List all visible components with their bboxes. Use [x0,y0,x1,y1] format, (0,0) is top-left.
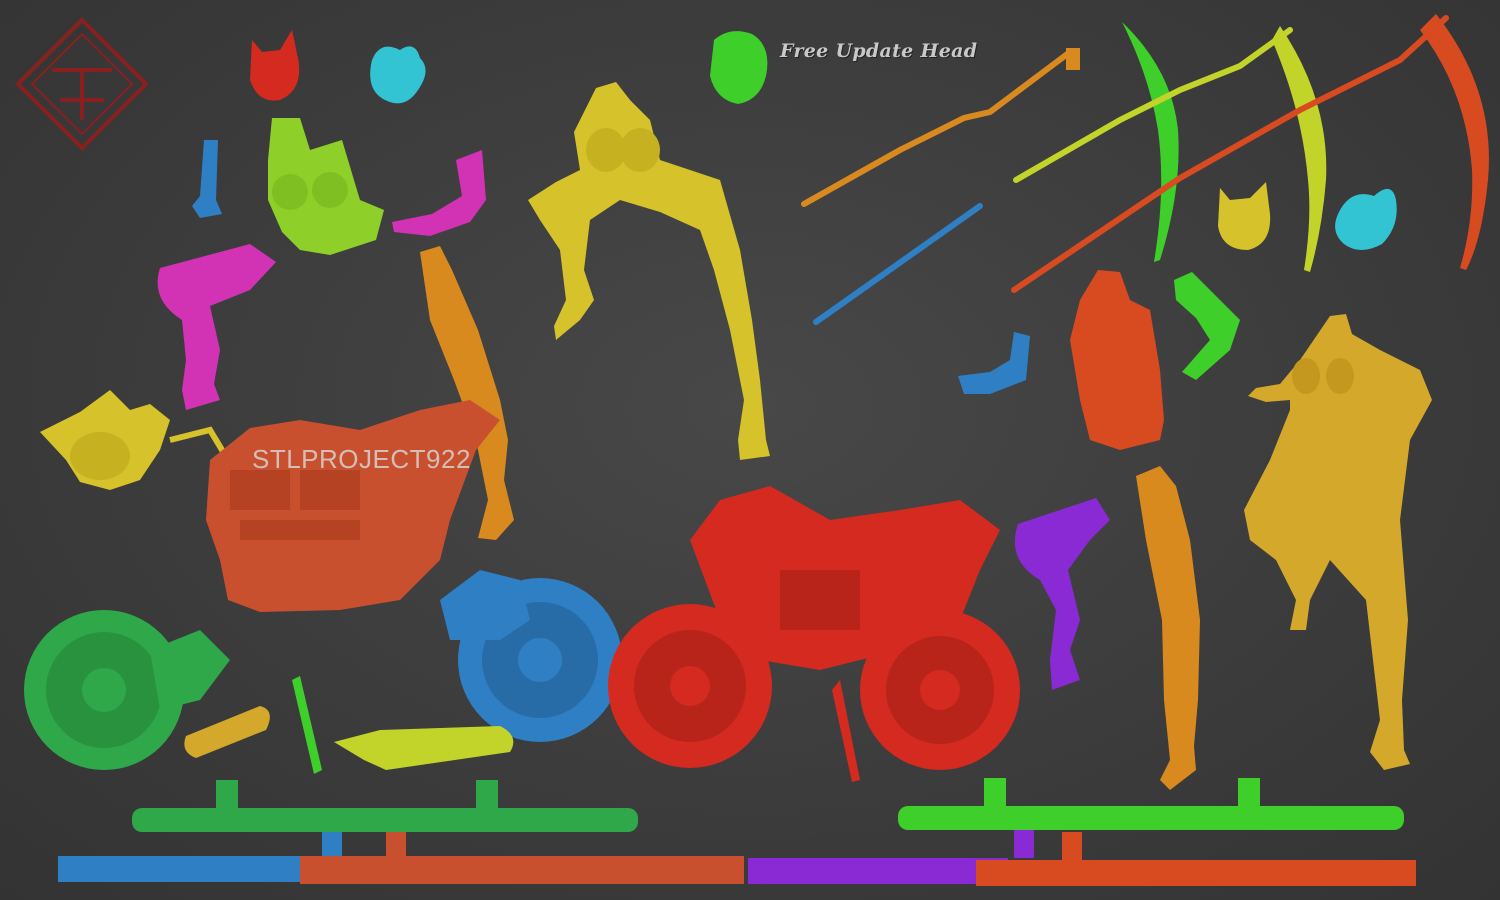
exhaust-gold [184,706,270,758]
wheel-blue [440,570,622,742]
figure-standing-gold [1244,314,1432,770]
base-orange-left [300,832,744,884]
watermark-text: STLPROJECT922 [252,444,471,474]
motorcycle-red [608,486,1020,782]
scythe-green [1122,22,1179,262]
base-orange-right [976,832,1416,886]
helmet-yellow [1218,182,1271,250]
base-green-right [898,778,1404,830]
arm-blue-right [958,332,1030,394]
leg-purple [1014,498,1110,690]
torso-orange-right [1070,270,1164,450]
free-update-head-label: Free Update Head [780,40,978,62]
render-canvas: Free Update Head STLPROJECT922 [0,0,1500,900]
studio-logo-icon [15,17,149,151]
flame-hair-cyan [370,46,426,104]
arm-green-right [1174,272,1240,380]
helmet-red [250,30,300,101]
exhaust-lime [334,726,514,770]
torso-green [268,118,384,255]
leg-orange-right [1136,466,1200,790]
flame-hair-cyan-right [1335,188,1397,250]
figure-sitting-yellow [528,82,770,460]
head-green [710,31,768,104]
stand-green [292,676,322,774]
model-parts-render [15,14,1489,886]
staff-blue [813,203,983,325]
arm-blue-small [192,140,222,218]
staff-orange [801,48,1080,207]
leg-magenta [157,244,276,410]
arm-magenta [392,150,486,236]
engine-block-orange-red [206,400,500,612]
base-green-left [132,780,638,832]
